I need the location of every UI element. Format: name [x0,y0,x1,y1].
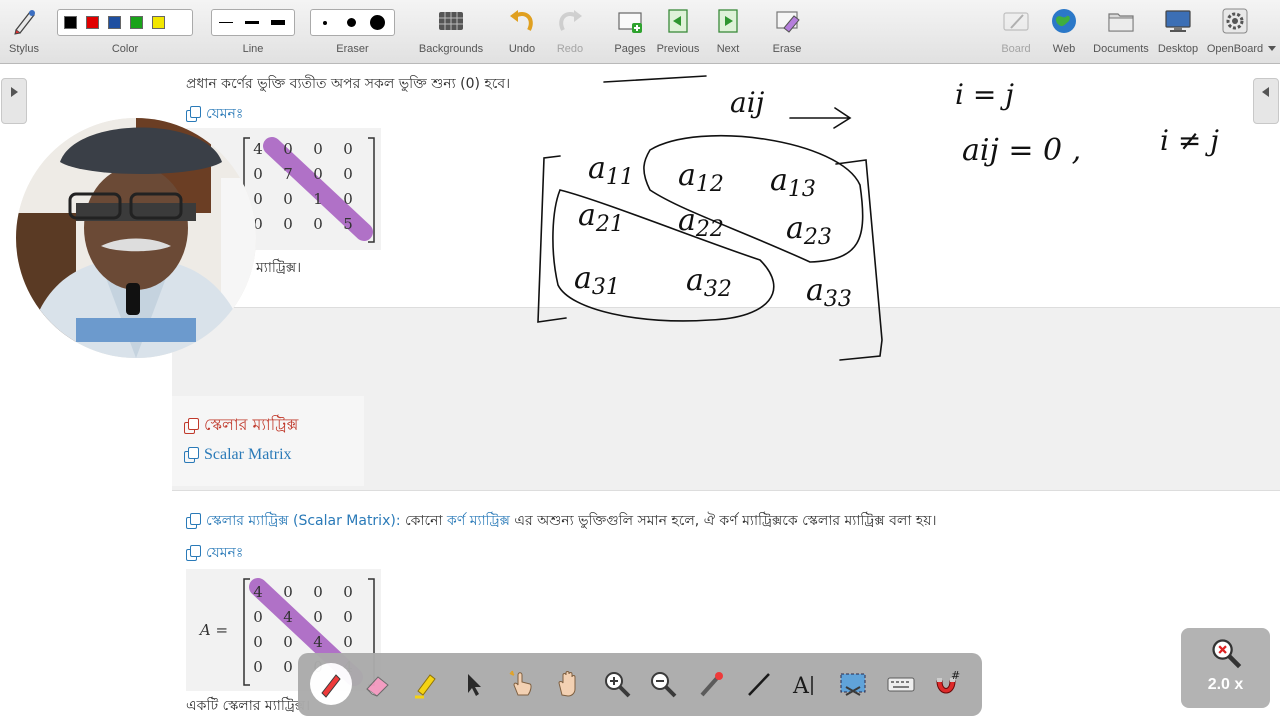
zoom-level-widget[interactable]: 2.0 x [1181,628,1270,708]
expand-left-icon [1262,87,1269,97]
virtual-keyboard-button[interactable] [884,667,918,701]
interact-tool-button[interactable] [504,667,538,701]
hand-icon [558,671,576,697]
eraser-icon [366,676,389,697]
zoom-in-button[interactable] [600,667,634,701]
handwritten-aij-arrow: aij [730,86,765,119]
capture-tool-button[interactable] [836,667,870,701]
handwritten-i-neq-j: i ≠ j [1160,124,1219,157]
text-tool-button[interactable]: A [788,667,822,701]
zoom-out-icon [651,672,677,698]
text-icon: A [792,674,813,699]
handwritten-matrix: a11 a12 a13 a21 a22 a23 a31 a32 a33 [574,151,852,312]
handwritten-aij-zero: aij = 0 , [962,133,1081,168]
pen-tool-button[interactable] [310,663,352,705]
handwritten-matrix-entry: a31 [574,261,620,300]
svg-text:#: # [951,669,960,682]
arrow-pointer-icon [468,674,481,696]
pen-icon [321,674,341,698]
screen-capture-icon [840,673,866,696]
line-tool-button[interactable] [742,667,776,701]
magnet-grid-button[interactable]: # [930,667,964,701]
eraser-tool-button[interactable] [360,667,394,701]
handwritten-matrix-entry: a12 [678,158,724,197]
zoom-out-button[interactable] [646,667,680,701]
zoom-level-value: 2.0 x [1207,676,1244,693]
magnet-icon: # [936,669,960,694]
laser-pointer-icon [700,672,723,697]
handwritten-matrix-entry: a33 [806,273,852,312]
handwritten-matrix-entry: a11 [588,151,634,190]
left-panel-toggle[interactable] [1,78,27,124]
hand-pan-tool-button[interactable] [552,667,586,701]
handwritten-matrix-entry: a22 [678,203,724,242]
handwriting-layer: aij i = j aij = 0 , i ≠ j a11 a12 a13 a21 a2… [537,75,1219,361]
right-panel-toggle[interactable] [1253,78,1279,124]
pointing-hand-icon [509,670,532,696]
zoom-reset-icon [1212,639,1242,669]
svg-text:A: A [792,674,810,699]
laser-pointer-button[interactable] [694,667,728,701]
handwritten-i-eq-j: i = j [955,78,1014,111]
line-icon [748,673,770,696]
handwritten-matrix-entry: a13 [770,163,816,202]
handwritten-matrix-entry: a32 [686,263,732,302]
selector-tool-button[interactable] [456,667,490,701]
highlighter-tool-button[interactable] [408,667,442,701]
handwritten-matrix-entry: a23 [786,211,832,250]
presenter-video-frame [16,118,256,358]
highlighter-icon [415,674,436,699]
floating-tool-palette: A # [298,653,982,716]
zoom-in-icon [605,672,631,698]
keyboard-icon [887,677,915,692]
expand-right-icon [11,87,18,97]
webcam-overlay [16,118,256,358]
handwritten-matrix-entry: a21 [578,198,624,237]
